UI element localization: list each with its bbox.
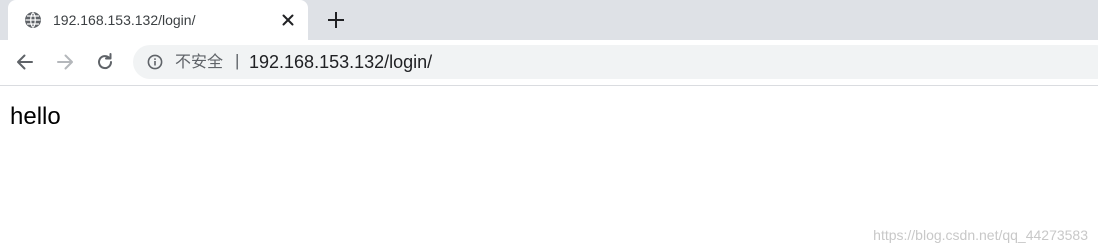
arrow-left-icon[interactable] (14, 51, 36, 73)
active-tab[interactable]: 192.168.153.132/login/ (8, 0, 308, 40)
reload-icon[interactable] (94, 51, 116, 73)
info-icon[interactable] (147, 54, 163, 70)
toolbar: 不安全 | 192.168.153.132/login/ (0, 40, 1098, 86)
page-content: hello https://blog.csdn.net/qq_44273583 (0, 86, 1098, 251)
security-label[interactable]: 不安全 (175, 53, 223, 71)
page-body-text: hello (10, 103, 61, 130)
security-divider: | (235, 51, 240, 70)
close-icon[interactable] (279, 11, 297, 29)
tab-title: 192.168.153.132/login/ (53, 12, 196, 28)
globe-icon (24, 11, 42, 29)
plus-icon[interactable] (325, 9, 347, 31)
arrow-right-icon[interactable] (54, 51, 76, 73)
tab-strip: 192.168.153.132/login/ (0, 0, 1098, 40)
url-text[interactable]: 192.168.153.132/login/ (249, 52, 432, 72)
address-bar[interactable]: 不安全 | 192.168.153.132/login/ (133, 45, 1098, 79)
watermark: https://blog.csdn.net/qq_44273583 (873, 227, 1088, 243)
browser-window: 192.168.153.132/login/ 不安全 | 192.168.153… (0, 0, 1098, 251)
